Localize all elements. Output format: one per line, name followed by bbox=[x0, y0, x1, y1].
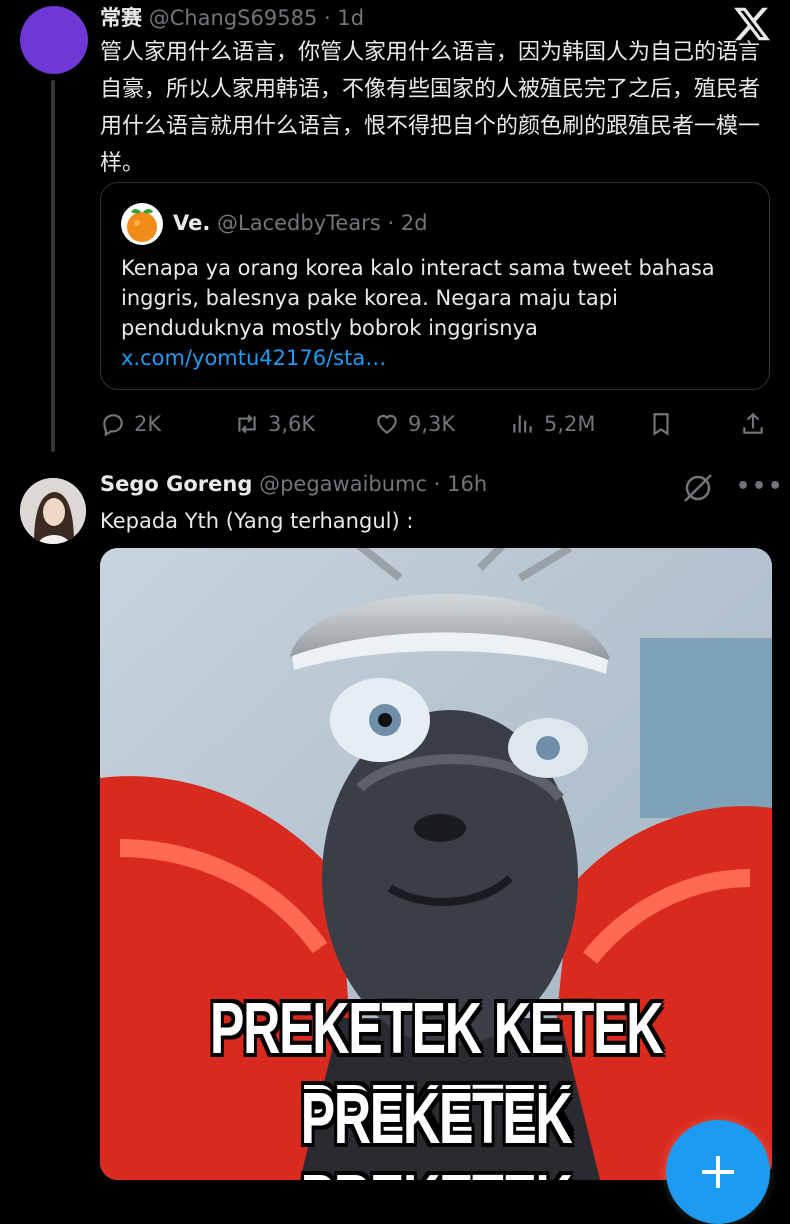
reply-count: 2K bbox=[134, 412, 162, 436]
timestamp[interactable]: 1d bbox=[337, 6, 364, 30]
handle[interactable]: @pegawaibumc bbox=[259, 472, 427, 496]
more-icon[interactable]: ••• bbox=[736, 474, 782, 502]
quoted-tweet[interactable]: Ve. @LacedbyTears · 2d Kenapa ya orang k… bbox=[100, 182, 770, 390]
quoted-text: Kenapa ya orang korea kalo interact sama… bbox=[121, 256, 715, 340]
quoted-separator: · bbox=[387, 211, 395, 235]
quoted-handle[interactable]: @LacedbyTears bbox=[217, 211, 381, 235]
bookmark-icon bbox=[653, 413, 669, 436]
repost-count: 3,6K bbox=[268, 412, 316, 436]
views-icon bbox=[513, 415, 532, 433]
share-icon bbox=[743, 412, 763, 434]
display-name[interactable]: Sego Goreng bbox=[100, 472, 252, 496]
tweet-header: 常赛 @ChangS69585 · 1d bbox=[100, 2, 364, 32]
plus-icon bbox=[702, 1156, 734, 1188]
tweet-media[interactable]: PREKETEK KETEK PREKETEK PREKETEK PREKETE… bbox=[100, 548, 772, 1180]
share-button[interactable] bbox=[740, 404, 766, 444]
tweet-text: Kepada Yth (Yang terhangul) : bbox=[100, 509, 414, 533]
like-button[interactable]: 9,3K bbox=[374, 404, 455, 444]
handle[interactable]: @ChangS69585 bbox=[149, 6, 318, 30]
separator: · bbox=[324, 6, 331, 30]
action-bar: 2K 3,6K 9,3K 5,2M bbox=[100, 404, 772, 444]
quoted-tweet-header: Ve. @LacedbyTears · 2d bbox=[173, 211, 428, 235]
grok-icon[interactable] bbox=[680, 470, 716, 506]
repost-icon bbox=[238, 414, 256, 434]
quoted-timestamp[interactable]: 2d bbox=[401, 211, 428, 235]
thread-line bbox=[51, 80, 55, 452]
like-count: 9,3K bbox=[408, 412, 456, 436]
compose-button[interactable] bbox=[666, 1120, 770, 1224]
heart-icon bbox=[377, 414, 397, 434]
views-count: 5,2M bbox=[544, 412, 596, 436]
quoted-link[interactable]: x.com/yomtu42176/sta… bbox=[121, 346, 386, 370]
tweet-text: 管人家用什么语言，你管人家用什么语言，因为韩国人为自己的语言自豪，所以人家用韩语… bbox=[100, 40, 761, 176]
timestamp[interactable]: 16h bbox=[447, 472, 487, 496]
quoted-tweet-text: Kenapa ya orang korea kalo interact sama… bbox=[121, 253, 751, 373]
display-name[interactable]: 常赛 bbox=[100, 6, 142, 30]
views-button[interactable]: 5,2M bbox=[510, 404, 596, 444]
repost-button[interactable]: 3,6K bbox=[234, 404, 315, 444]
bookmark-button[interactable] bbox=[648, 404, 674, 444]
separator: · bbox=[433, 472, 441, 496]
orange-icon bbox=[121, 203, 163, 245]
avatar[interactable] bbox=[20, 478, 86, 544]
reply-icon bbox=[103, 414, 123, 437]
reply-button[interactable]: 2K bbox=[100, 404, 161, 444]
tweet-header: Sego Goreng @pegawaibumc · 16h bbox=[100, 472, 487, 496]
meme-caption-line2: PREKETEK PREKETEK bbox=[300, 1079, 573, 1180]
avatar[interactable] bbox=[20, 6, 88, 74]
quoted-display-name[interactable]: Ve. bbox=[173, 211, 210, 235]
